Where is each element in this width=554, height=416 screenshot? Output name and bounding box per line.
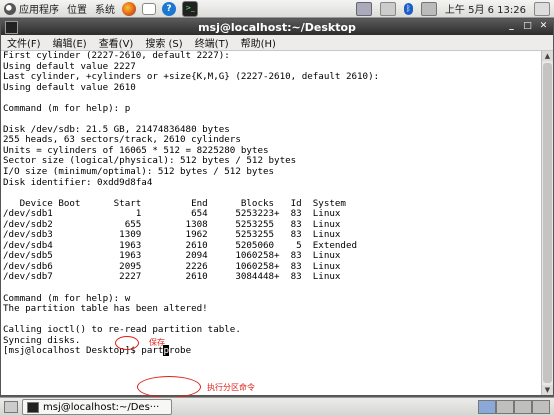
close-icon[interactable]: ✕ — [537, 20, 550, 33]
menu-help[interactable]: 帮助(H) — [235, 35, 282, 50]
menu-terminal[interactable]: 终端(T) — [189, 35, 235, 50]
show-desktop-icon[interactable] — [4, 401, 18, 413]
terminal-line: I/O size (minimum/optimal): 512 bytes / … — [3, 166, 275, 178]
partprobe-annotation-label: 执行分区命令 — [207, 383, 255, 392]
taskbar-item-terminal[interactable]: msj@localhost:~/Des··· — [22, 399, 172, 415]
places-menu[interactable]: 位置 — [63, 0, 91, 17]
minimize-icon[interactable]: _ — [505, 20, 518, 33]
window-title: msj@localhost:~/Desktop — [198, 20, 356, 34]
scroll-down-icon[interactable]: ▼ — [542, 385, 553, 395]
terminal-line: Calling ioctl() to re-read partition tab… — [3, 324, 241, 336]
bluetooth-icon[interactable]: ᛒ — [403, 2, 413, 15]
scroll-up-icon[interactable]: ▲ — [542, 51, 553, 61]
applications-menu-label: 应用程序 — [19, 5, 59, 16]
gnome-foot-icon — [4, 2, 16, 15]
workspace-2[interactable] — [496, 400, 514, 414]
terminal-line: The partition table has been altered! — [3, 303, 208, 315]
terminal-output[interactable]: First cylinder (2227-2610, default 2227)… — [1, 50, 541, 398]
user-icon[interactable] — [534, 1, 550, 16]
partprobe-annotation-circle — [137, 376, 201, 398]
menu-file[interactable]: 文件(F) — [1, 35, 47, 50]
workspace-3[interactable] — [514, 400, 532, 414]
terminal-window-icon — [5, 21, 18, 34]
terminal-line: Using default value 2610 — [3, 81, 136, 93]
terminal-window: msj@localhost:~/Desktop _ □ ✕ 文件(F) 编辑(E… — [0, 18, 554, 398]
system-tray: ᛒ 上午 5月 6 13:26 — [352, 0, 554, 17]
partition-row: /dev/sdb7 2227 2610 3084448+ 83 Linux — [3, 271, 341, 283]
clock[interactable]: 上午 5月 6 13:26 — [441, 0, 530, 17]
menu-search[interactable]: 搜索 (S) — [139, 35, 188, 50]
mail-launcher-icon[interactable] — [142, 2, 156, 15]
vertical-scrollbar[interactable]: ▲ ▼ — [541, 51, 553, 395]
save-annotation-label: 保存 — [149, 338, 165, 347]
terminal-line: First cylinder (2227-2610, default 2227)… — [3, 50, 230, 61]
terminal-line — [1, 283, 541, 294]
network-icon[interactable] — [420, 1, 437, 16]
window-titlebar[interactable]: msj@localhost:~/Desktop _ □ ✕ — [1, 19, 553, 35]
workspace-4[interactable] — [532, 400, 550, 414]
help-launcher-icon[interactable]: ? — [162, 1, 176, 16]
command-text-rest: robe — [168, 345, 192, 357]
workspace-1[interactable] — [478, 400, 496, 414]
menubar: 文件(F) 编辑(E) 查看(V) 搜索 (S) 终端(T) 帮助(H) — [1, 35, 553, 51]
bottom-panel: msj@localhost:~/Des··· — [0, 397, 554, 416]
taskbar-item-label: msj@localhost:~/Des··· — [43, 401, 160, 413]
menu-edit[interactable]: 编辑(E) — [47, 35, 93, 50]
menu-view[interactable]: 查看(V) — [93, 35, 140, 50]
save-annotation-circle — [115, 336, 139, 350]
prompt-line[interactable]: [msj@localhost Desktop]$ partprobe — [1, 345, 541, 357]
system-menu[interactable]: 系统 — [91, 0, 119, 17]
firefox-launcher-icon[interactable] — [122, 1, 136, 16]
maximize-icon[interactable]: □ — [521, 20, 534, 33]
terminal-line: Command (m for help): p — [3, 102, 131, 114]
terminal-launcher-icon[interactable]: >_ — [182, 0, 198, 17]
scrollbar-thumb[interactable] — [543, 63, 552, 383]
display-icon[interactable] — [355, 1, 372, 16]
top-panel: 应用程序 位置 系统 ? >_ ᛒ 上午 5月 6 13:26 — [0, 0, 554, 18]
applications-menu[interactable]: 应用程序 — [0, 0, 63, 17]
terminal-line: Disk identifier: 0xdd9d8fa4 — [3, 176, 153, 188]
terminal-task-icon — [27, 401, 39, 413]
volume-icon[interactable] — [379, 1, 396, 16]
workspace-switcher — [478, 400, 550, 414]
